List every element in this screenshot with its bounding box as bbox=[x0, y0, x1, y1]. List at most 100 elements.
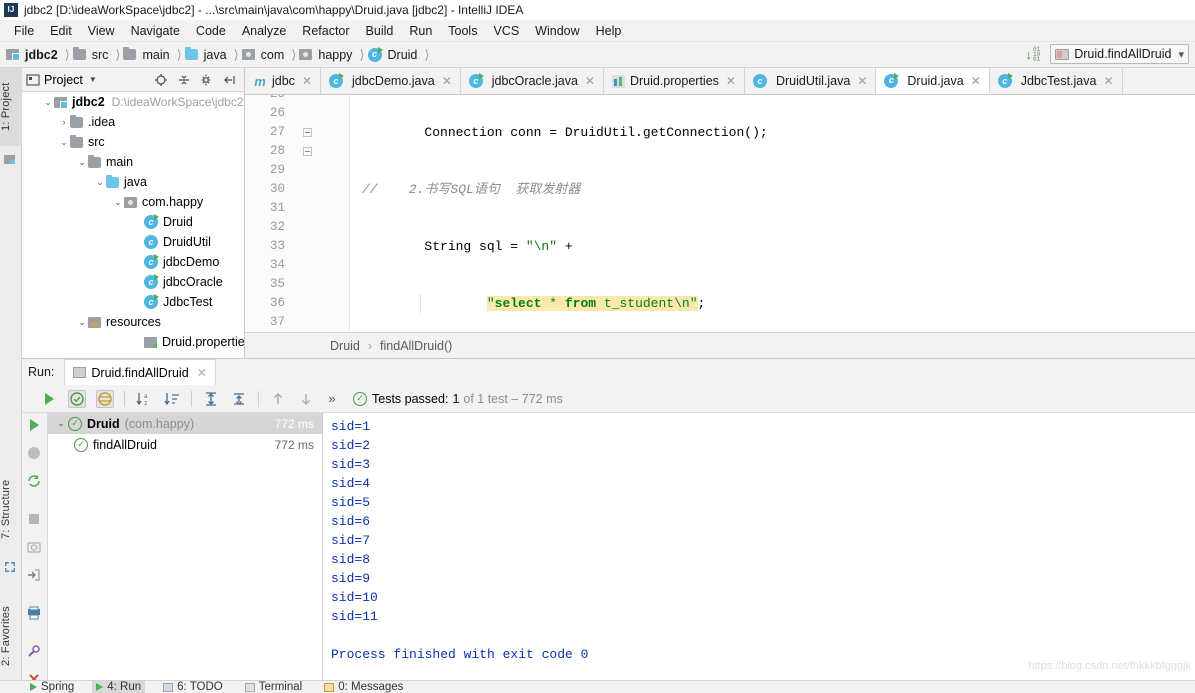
hide-panel-icon[interactable] bbox=[223, 73, 237, 87]
collapse-all-icon[interactable] bbox=[230, 390, 248, 408]
tree-item-druid-properties[interactable]: Druid.properties bbox=[22, 332, 244, 352]
status-item-terminal[interactable]: Terminal bbox=[241, 681, 306, 693]
chevron-down-icon[interactable]: ⌄ bbox=[112, 197, 124, 208]
stop-icon[interactable] bbox=[26, 511, 44, 529]
tree-item-com-happy[interactable]: ⌄ com.happy bbox=[22, 192, 244, 212]
menu-bar[interactable]: File Edit View Navigate Code Analyze Ref… bbox=[0, 20, 1195, 42]
test-tree-row-druid[interactable]: ⌄ ✓ Druid (com.happy) 772 ms bbox=[48, 413, 322, 434]
settings-gear-icon[interactable] bbox=[200, 73, 214, 87]
rerun-icon[interactable] bbox=[40, 390, 58, 408]
tree-item-java[interactable]: ⌄ java bbox=[22, 172, 244, 192]
code-fold-marker[interactable] bbox=[301, 123, 313, 142]
run-configuration-selector[interactable]: Druid.findAllDruid ▾ bbox=[1050, 44, 1189, 64]
menu-item-file[interactable]: File bbox=[6, 22, 42, 40]
chevron-down-icon[interactable]: ⌄ bbox=[58, 137, 70, 148]
editor-gutter[interactable]: 25 26 27 28 29 30 31 32 33 34 35 36 37 bbox=[245, 95, 350, 332]
close-icon[interactable]: ✕ bbox=[1103, 74, 1113, 88]
breadcrumb-item-druid[interactable]: c Druid ⟩ bbox=[367, 46, 433, 63]
tree-item-main[interactable]: ⌄ main bbox=[22, 152, 244, 172]
menu-item-help[interactable]: Help bbox=[588, 22, 630, 40]
chevron-down-icon[interactable]: ▼ bbox=[89, 75, 97, 84]
menu-item-tools[interactable]: Tools bbox=[440, 22, 485, 40]
tree-item-druid[interactable]: c Druid bbox=[22, 212, 244, 232]
download-icon[interactable]: ↓ 01 10 01 bbox=[1026, 46, 1041, 62]
breadcrumb-item-main[interactable]: main ⟩ bbox=[123, 47, 184, 63]
close-icon[interactable]: ✕ bbox=[302, 74, 312, 88]
editor-tab-jdbcoracle[interactable]: c jdbcOracle.java ✕ bbox=[460, 68, 604, 94]
chevron-down-icon[interactable]: ⌄ bbox=[94, 177, 106, 188]
tree-item-druidutil[interactable]: c DruidUtil bbox=[22, 232, 244, 252]
breadcrumb-item-project[interactable]: jdbc2 ⟩ bbox=[6, 47, 73, 63]
project-tree[interactable]: ⌄ jdbc2 D:\ideaWorkSpace\jdbc2 › .idea ⌄… bbox=[22, 92, 244, 358]
menu-item-view[interactable]: View bbox=[80, 22, 123, 40]
tree-item-jdbc2[interactable]: ⌄ jdbc2 D:\ideaWorkSpace\jdbc2 bbox=[22, 92, 244, 112]
chevron-down-icon[interactable]: ⌄ bbox=[76, 157, 88, 168]
menu-item-run[interactable]: Run bbox=[401, 22, 440, 40]
tree-item-src[interactable]: ⌄ src bbox=[22, 132, 244, 152]
tree-item-idea[interactable]: › .idea bbox=[22, 112, 244, 132]
menu-item-edit[interactable]: Edit bbox=[42, 22, 80, 40]
breadcrumb-item-happy[interactable]: happy ⟩ bbox=[299, 47, 367, 63]
chevron-down-icon[interactable]: ⌄ bbox=[54, 418, 68, 429]
close-icon[interactable]: ✕ bbox=[442, 74, 452, 88]
editor-tab-druid[interactable]: c Druid.java ✕ bbox=[876, 68, 990, 94]
sort-alphabetically-icon[interactable]: az bbox=[135, 390, 153, 408]
close-icon[interactable]: ✕ bbox=[726, 74, 736, 88]
status-item-spring[interactable]: Spring bbox=[26, 681, 78, 693]
menu-item-analyze[interactable]: Analyze bbox=[234, 22, 294, 40]
editor-tab-jdbc[interactable]: m jdbc ✕ bbox=[245, 68, 321, 94]
project-structure-icon[interactable] bbox=[3, 152, 19, 168]
chevron-down-icon[interactable]: ⌄ bbox=[76, 317, 88, 328]
close-icon[interactable]: ✕ bbox=[857, 74, 867, 88]
tool-tab-favorites[interactable]: 2: Favorites bbox=[0, 590, 22, 682]
tree-item-resources[interactable]: ⌄ resources bbox=[22, 312, 244, 332]
editor-tab-jdbcdemo[interactable]: c jdbcDemo.java ✕ bbox=[321, 68, 461, 94]
menu-item-build[interactable]: Build bbox=[358, 22, 402, 40]
toggle-auto-test-icon[interactable] bbox=[68, 389, 86, 408]
editor-tab-druid-properties[interactable]: Druid.properties ✕ bbox=[603, 68, 745, 94]
menu-item-vcs[interactable]: VCS bbox=[485, 22, 527, 40]
collapse-all-icon[interactable] bbox=[177, 73, 191, 87]
next-failed-test-icon[interactable] bbox=[297, 390, 315, 408]
tree-item-jdbcdemo[interactable]: c jdbcDemo bbox=[22, 252, 244, 272]
run-tab-druid-findalldruid[interactable]: Druid.findAllDruid ✕ bbox=[64, 359, 217, 385]
close-icon[interactable]: ✕ bbox=[971, 74, 981, 88]
close-icon[interactable]: ✕ bbox=[197, 365, 207, 380]
expand-all-icon[interactable] bbox=[202, 390, 220, 408]
code-fold-marker[interactable] bbox=[301, 142, 313, 161]
pause-icon[interactable] bbox=[26, 445, 44, 463]
rerun-failed-icon[interactable] bbox=[26, 473, 44, 491]
menu-item-code[interactable]: Code bbox=[188, 22, 234, 40]
print-icon[interactable] bbox=[26, 605, 44, 623]
code-area[interactable]: 25 26 27 28 29 30 31 32 33 34 35 36 37 C… bbox=[245, 95, 1195, 332]
code-lines[interactable]: Connection conn = DruidUtil.getConnectio… bbox=[350, 95, 1195, 332]
editor-tab-druidutil[interactable]: c DruidUtil.java ✕ bbox=[744, 68, 877, 94]
menu-item-navigate[interactable]: Navigate bbox=[123, 22, 188, 40]
more-options-icon[interactable]: » bbox=[325, 390, 339, 408]
prev-failed-test-icon[interactable] bbox=[269, 390, 287, 408]
hide-passed-icon[interactable] bbox=[96, 389, 114, 408]
run-icon[interactable] bbox=[26, 417, 44, 435]
status-item-messages[interactable]: 0: Messages bbox=[320, 681, 407, 693]
menu-item-refactor[interactable]: Refactor bbox=[294, 22, 357, 40]
screenshot-icon[interactable] bbox=[26, 539, 44, 557]
breadcrumb-class[interactable]: Druid bbox=[330, 339, 360, 353]
breadcrumb-item-com[interactable]: com ⟩ bbox=[241, 47, 300, 63]
export-icon[interactable] bbox=[26, 567, 44, 585]
breadcrumb-item-src[interactable]: src ⟩ bbox=[72, 47, 124, 63]
menu-item-window[interactable]: Window bbox=[527, 22, 587, 40]
console-output[interactable]: sid=1 sid=2 sid=3 sid=4 sid=5 sid=6 sid=… bbox=[323, 413, 1195, 680]
locate-icon[interactable] bbox=[154, 73, 168, 87]
settings-icon[interactable] bbox=[26, 643, 44, 661]
breadcrumb-item-java[interactable]: java ⟩ bbox=[184, 47, 242, 63]
sort-by-duration-icon[interactable] bbox=[163, 390, 181, 408]
tree-item-jdbcoracle[interactable]: c jdbcOracle bbox=[22, 272, 244, 292]
tree-item-jdbctest[interactable]: c JdbcTest bbox=[22, 292, 244, 312]
test-tree-row-findalldruid[interactable]: ✓ findAllDruid 772 ms bbox=[48, 434, 322, 455]
chevron-right-icon[interactable]: › bbox=[58, 117, 70, 127]
structure-expand-icon[interactable] bbox=[3, 560, 19, 576]
editor-tab-jdbctest[interactable]: c JdbcTest.java ✕ bbox=[989, 68, 1123, 94]
breadcrumb-method[interactable]: findAllDruid() bbox=[380, 339, 452, 353]
close-icon[interactable]: ✕ bbox=[585, 74, 595, 88]
test-results-tree[interactable]: ⌄ ✓ Druid (com.happy) 772 ms ✓ findAllDr… bbox=[48, 413, 323, 680]
